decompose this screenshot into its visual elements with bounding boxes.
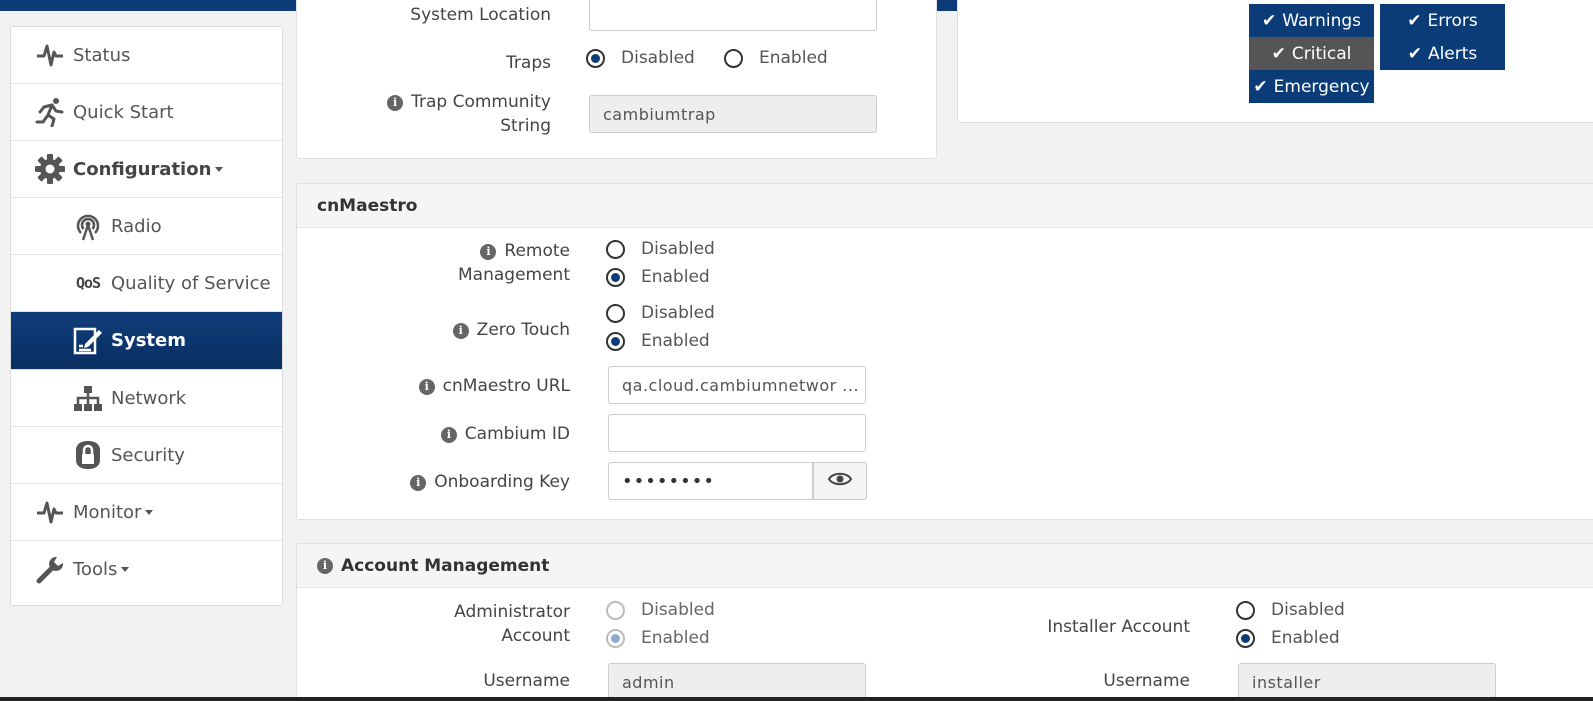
admin-username-label: Username (483, 671, 570, 691)
radio-selected (606, 628, 625, 648)
sidebar-item-network[interactable]: Network (11, 370, 282, 427)
cnmaestro-panel: cnMaestro i Remote Management Disabled Ena… (296, 183, 1593, 520)
zero-touch-enabled-radio[interactable]: Enabled (606, 331, 710, 351)
check-icon: ✔ (1262, 10, 1277, 31)
account-management-panel-title: i Account Management (297, 544, 1593, 588)
remote-management-enabled-radio[interactable]: Enabled (606, 267, 710, 287)
radio-unselected (606, 239, 625, 259)
sidebar-item-label: Tools (73, 559, 118, 580)
traps-label: Traps (506, 53, 551, 73)
eye-icon (827, 471, 853, 491)
log-alerts-toggle[interactable]: ✔ Alerts (1380, 37, 1505, 70)
radio-unselected (724, 48, 743, 68)
log-warnings-toggle[interactable]: ✔ Warnings (1249, 4, 1374, 37)
info-icon[interactable]: i (418, 379, 435, 395)
radio-unselected (606, 600, 625, 620)
wrench-icon (35, 555, 65, 585)
traps-disabled-radio[interactable]: Disabled (586, 48, 695, 68)
remote-management-label: i Remote Management (458, 241, 570, 285)
gear-icon (35, 154, 65, 184)
info-icon[interactable]: i (440, 427, 457, 443)
system-location-input[interactable] (589, 0, 877, 31)
sidebar-item-security[interactable]: Security (11, 427, 282, 484)
pulse-icon (35, 40, 65, 70)
check-icon: ✔ (1271, 43, 1286, 64)
cnmaestro-url-label: i cnMaestro URL (337, 374, 570, 398)
cnmaestro-url-input[interactable]: qa.cloud.cambiumnetwor ... (608, 366, 866, 404)
onboarding-key-input[interactable]: •••••••• (608, 462, 813, 500)
snmp-panel: System Location Traps Disabled Enabled i… (296, 0, 937, 159)
installer-account-disabled-radio[interactable]: Disabled (1236, 600, 1345, 620)
installer-account-label: Installer Account (1047, 617, 1190, 637)
sidebar-item-label: Configuration (73, 158, 212, 180)
lock-icon (73, 440, 103, 470)
cnmaestro-panel-title: cnMaestro (297, 184, 1593, 228)
sidebar-item-radio[interactable]: Radio (11, 198, 282, 255)
admin-account-enabled-radio[interactable]: Enabled (606, 628, 710, 648)
zero-touch-label: i Zero Touch (357, 318, 570, 342)
info-icon[interactable]: i (452, 323, 469, 339)
sidebar-item-label: Quick Start (73, 101, 174, 123)
log-errors-toggle[interactable]: ✔ Errors (1380, 4, 1505, 37)
check-icon: ✔ (1407, 43, 1422, 64)
qos-icon: QoS (75, 274, 101, 292)
edit-icon (73, 326, 103, 356)
pulse-icon (35, 497, 65, 527)
radio-unselected (1236, 600, 1255, 620)
radio-selected (1236, 628, 1255, 648)
log-critical-toggle[interactable]: ✔ Critical (1249, 37, 1374, 70)
account-management-panel: i Account Management Administrator Account… (296, 543, 1593, 701)
sidebar-item-label: System (111, 330, 186, 351)
info-icon[interactable]: i (480, 244, 497, 260)
trap-community-input[interactable]: cambiumtrap (589, 95, 877, 133)
sidebar-item-qos[interactable]: QoS Quality of Service (11, 255, 282, 312)
sidebar-item-configuration[interactable]: Configuration (11, 141, 282, 198)
trap-community-label: i Trap Community String (317, 90, 551, 138)
onboarding-key-label: i Onboarding Key (337, 470, 570, 494)
sidebar-item-tools[interactable]: Tools (11, 541, 282, 598)
sidebar-item-label: Status (73, 44, 131, 66)
sidebar-item-quick-start[interactable]: Quick Start (11, 84, 282, 141)
chevron-down-icon (121, 567, 130, 572)
cambium-id-input[interactable] (608, 414, 866, 452)
bottom-edge (0, 697, 1593, 701)
installer-account-enabled-radio[interactable]: Enabled (1236, 628, 1340, 648)
sidebar-item-label: Radio (111, 215, 162, 237)
antenna-icon (73, 211, 103, 241)
sidebar-item-label: Security (111, 444, 185, 466)
radio-selected (606, 267, 625, 287)
info-icon[interactable]: i (317, 557, 333, 574)
sidebar-nav: Status Quick Start Configuration Radio Q… (10, 26, 283, 606)
sidebar-item-label: Quality of Service (111, 272, 271, 294)
remote-management-disabled-radio[interactable]: Disabled (606, 239, 715, 259)
check-icon: ✔ (1253, 76, 1268, 97)
network-icon (73, 383, 103, 413)
sidebar-item-status[interactable]: Status (11, 27, 282, 84)
check-icon: ✔ (1407, 10, 1422, 31)
cambium-id-label: i Cambium ID (337, 422, 570, 446)
info-icon[interactable]: i (410, 475, 427, 491)
sidebar-item-monitor[interactable]: Monitor (11, 484, 282, 541)
show-password-button[interactable] (813, 462, 867, 500)
sidebar-item-label: Monitor (73, 501, 142, 523)
runner-icon (35, 97, 65, 127)
log-emergency-toggle[interactable]: ✔ Emergency (1249, 70, 1374, 103)
info-icon[interactable]: i (387, 95, 404, 111)
radio-unselected (606, 303, 625, 323)
zero-touch-disabled-radio[interactable]: Disabled (606, 303, 715, 323)
radio-selected (586, 48, 605, 68)
sidebar-item-system[interactable]: System (11, 312, 282, 370)
chevron-down-icon (145, 509, 154, 515)
installer-username-input[interactable]: installer (1238, 663, 1496, 701)
sidebar-item-label: Network (111, 387, 187, 409)
radio-selected (606, 331, 625, 351)
admin-username-input[interactable]: admin (608, 663, 866, 701)
chevron-down-icon (215, 166, 224, 172)
admin-account-disabled-radio[interactable]: Disabled (606, 600, 715, 620)
installer-username-label: Username (1103, 671, 1190, 691)
traps-enabled-radio[interactable]: Enabled (724, 48, 828, 68)
system-location-label: System Location (410, 5, 551, 25)
administrator-account-label: Administrator Account (454, 602, 570, 646)
